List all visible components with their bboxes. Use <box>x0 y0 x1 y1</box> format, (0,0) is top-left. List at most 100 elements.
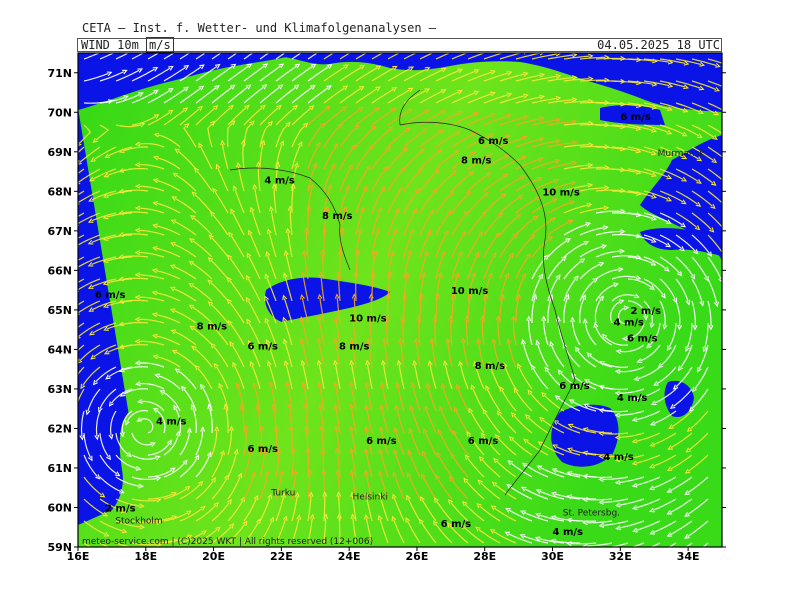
streamline-arrowhead <box>729 112 734 116</box>
streamline-arrowhead <box>668 555 673 559</box>
streamline-arrowhead <box>425 46 429 50</box>
streamline-arrowhead <box>153 45 157 49</box>
speed-label: 4 m/s <box>603 452 634 463</box>
streamline-arrowhead <box>730 88 735 92</box>
speed-label: 2 m/s <box>630 306 661 317</box>
streamline-arrowhead <box>63 163 67 167</box>
streamline-arrowhead <box>458 47 463 51</box>
streamline-arrowhead <box>474 48 478 52</box>
city-label: Turku <box>270 489 295 499</box>
streamline-arrowhead <box>60 246 64 250</box>
speed-label: 6 m/s <box>620 112 651 123</box>
lat-tick-label: 60N <box>47 501 72 514</box>
streamline-arrowhead <box>311 43 315 47</box>
streamline-arrowhead <box>247 43 252 47</box>
streamline-arrowhead <box>727 160 731 164</box>
speed-label: 4 m/s <box>617 393 648 404</box>
lat-tick-label: 61N <box>47 462 72 475</box>
streamline-arrowhead <box>105 553 110 557</box>
lat-tick-label: 67N <box>47 225 72 238</box>
streamline-arrowhead <box>376 45 381 49</box>
streamline-arrowhead <box>73 411 77 415</box>
streamline-arrowhead <box>122 550 126 554</box>
streamline-arrowhead <box>724 229 728 233</box>
lon-tick-label: 28E <box>473 550 496 563</box>
speed-label: 6 m/s <box>478 136 509 147</box>
speed-label: 4 m/s <box>553 527 584 538</box>
lat-tick-label: 68N <box>47 185 72 198</box>
streamline-arrowhead <box>344 44 349 48</box>
speed-label: 6 m/s <box>247 341 278 352</box>
streamline-arrowhead <box>731 64 735 68</box>
speed-label: 6 m/s <box>468 436 499 447</box>
streamline-arrowhead <box>231 43 236 47</box>
lon-tick-label: 26E <box>406 550 429 563</box>
speed-label: 6 m/s <box>441 519 472 530</box>
streamline-arrowhead <box>728 137 732 141</box>
speed-label: 6 m/s <box>627 333 658 344</box>
wind-map: 71N70N69N68N67N66N65N64N63N62N61N60N59N1… <box>47 43 735 563</box>
speed-label: 2 m/s <box>105 503 136 514</box>
speed-label: 8 m/s <box>339 341 370 352</box>
speed-label: 10 m/s <box>349 314 386 325</box>
streamline-arrowhead <box>409 46 413 50</box>
streamline-arrowhead <box>393 45 397 49</box>
lat-tick-label: 70N <box>47 106 72 119</box>
lon-tick-label: 24E <box>338 550 361 563</box>
speed-label: 6 m/s <box>366 436 397 447</box>
lat-tick-label: 71N <box>47 67 72 80</box>
lat-tick-label: 65N <box>47 304 72 317</box>
streamline-arrowhead <box>490 49 495 53</box>
lon-tick-label: 32E <box>609 550 632 563</box>
city-label: St. Petersbg. <box>563 508 620 518</box>
lat-tick-label: 62N <box>47 422 72 435</box>
lat-tick-label: 64N <box>47 343 72 356</box>
streamline-arrowhead <box>184 44 188 48</box>
speed-label: 8 m/s <box>322 211 353 222</box>
streamline-arrowhead <box>60 291 64 295</box>
streamline-arrowhead <box>200 43 205 47</box>
lat-tick-label: 69N <box>47 146 72 159</box>
streamline-arrowhead <box>651 553 655 557</box>
streamline-arrowhead <box>360 44 365 48</box>
streamline-arrowhead <box>61 204 65 208</box>
lat-tick-label: 63N <box>47 383 72 396</box>
speed-label: 10 m/s <box>542 187 579 198</box>
streamline-arrowhead <box>279 43 283 47</box>
land-area <box>78 55 722 547</box>
streamline-arrowhead <box>215 43 219 47</box>
streamline-arrowhead <box>725 206 729 210</box>
speed-label: 8 m/s <box>461 156 492 167</box>
copyright-footer: meteo-service.com | (C)2025 WKT | All ri… <box>82 537 373 547</box>
lat-tick-label: 66N <box>47 264 72 277</box>
streamline-arrowhead <box>106 48 111 52</box>
lon-tick-label: 18E <box>134 550 157 563</box>
streamline-arrowhead <box>634 551 638 555</box>
lon-tick-label: 20E <box>202 550 225 563</box>
speed-label: 10 m/s <box>451 286 488 297</box>
speed-label: 8 m/s <box>475 361 506 372</box>
streamline-arrowhead <box>121 47 126 51</box>
speed-label: 4 m/s <box>614 318 645 329</box>
streamline-arrowhead <box>63 337 67 341</box>
lon-tick-label: 22E <box>270 550 293 563</box>
speed-label: 6 m/s <box>247 444 278 455</box>
streamline-arrowhead <box>65 362 69 367</box>
streamline-arrowhead <box>263 43 268 47</box>
streamline-arrowhead <box>441 47 446 51</box>
lon-tick-label: 34E <box>677 550 700 563</box>
streamline-arrowhead <box>295 43 300 47</box>
city-label: Stockholm <box>115 516 162 526</box>
streamline-arrowhead <box>137 46 142 50</box>
lon-tick-label: 30E <box>541 550 564 563</box>
streamline-arrowhead <box>726 183 730 187</box>
speed-label: 4 m/s <box>264 175 295 186</box>
city-label: Murmansk <box>658 149 706 159</box>
streamline-arrowhead <box>328 43 333 47</box>
speed-label: 6 m/s <box>559 381 590 392</box>
lon-tick-label: 16E <box>67 550 90 563</box>
city-label: Helsinki <box>353 493 388 503</box>
speed-label: 4 m/s <box>156 416 187 427</box>
speed-label: 8 m/s <box>197 322 228 333</box>
speed-label: 6 m/s <box>95 290 126 301</box>
